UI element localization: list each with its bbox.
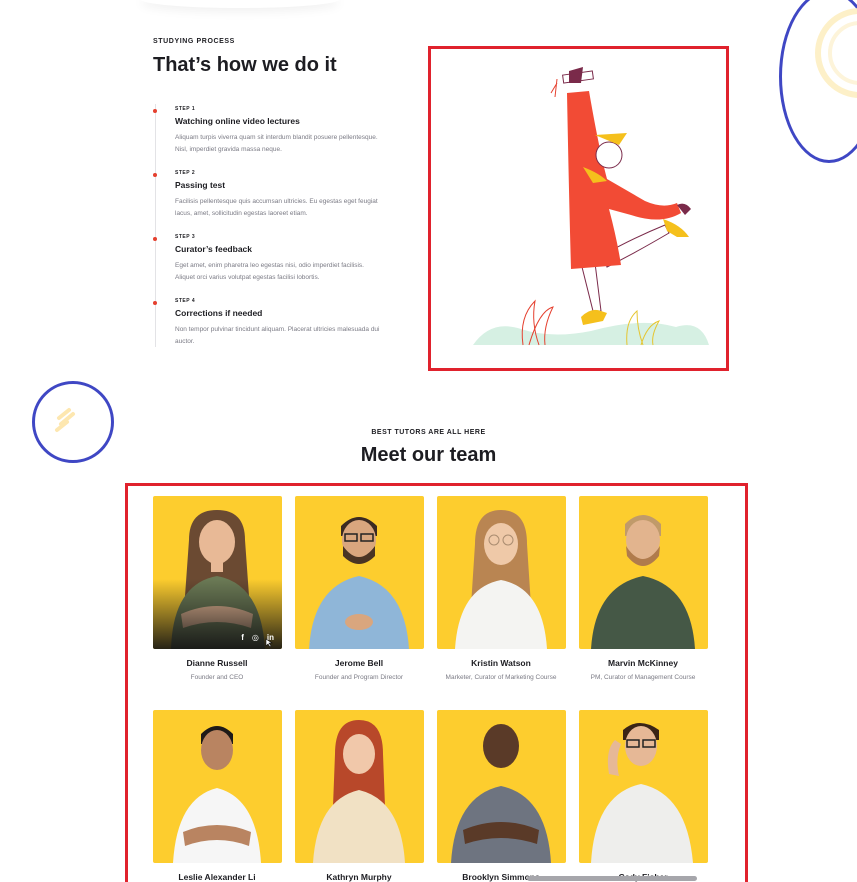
- member-photo[interactable]: [579, 710, 708, 863]
- member-photo[interactable]: [295, 496, 424, 649]
- person-photo-graphic: [313, 720, 405, 863]
- member-role: PM, Curator of Management Course: [590, 674, 696, 681]
- member-photo[interactable]: [295, 710, 424, 863]
- person-photo-graphic: [451, 724, 551, 863]
- step-description: Non tempor pulvinar tincidunt aliquam. P…: [175, 326, 380, 345]
- step-label: STEP 1: [175, 106, 196, 112]
- step-label: STEP 3: [175, 234, 196, 240]
- process-eyebrow: STUDYING PROCESS: [153, 38, 235, 45]
- member-name: Leslie Alexander Li: [178, 872, 256, 882]
- step-title: Corrections if needed: [175, 308, 263, 318]
- step-description: Eget amet, enim pharetra leo egestas nis…: [175, 262, 364, 281]
- step-dot: [153, 173, 157, 177]
- step-label: STEP 4: [175, 298, 196, 304]
- step-dot: [153, 109, 157, 113]
- member-role: Marketer, Curator of Marketing Course: [445, 674, 557, 681]
- member-role: Founder and CEO: [190, 674, 244, 681]
- graduate-illustration-graphic: [473, 67, 709, 346]
- cursor-icon: [265, 638, 273, 648]
- timeline-line: [155, 104, 156, 347]
- annotation-circle-right: [779, 0, 857, 163]
- member-photo[interactable]: [437, 710, 566, 863]
- process-title: That’s how we do it: [153, 54, 337, 76]
- member-photo[interactable]: [579, 496, 708, 649]
- person-photo-graphic: [309, 517, 409, 649]
- step-title: Curator’s feedback: [175, 244, 252, 254]
- step-description: Facilisis pellentesque quis accumsan ult…: [175, 198, 378, 217]
- graduate-illustration: [428, 46, 729, 371]
- member-name: Marvin McKinney: [608, 658, 678, 668]
- member-photo[interactable]: [153, 710, 282, 863]
- person-photo-graphic: [173, 726, 261, 863]
- step-title: Watching online video lectures: [175, 116, 300, 126]
- person-photo-graphic: [591, 723, 693, 863]
- member-name: Kathryn Murphy: [326, 872, 392, 882]
- member-name: Jerome Bell: [334, 658, 384, 668]
- member-photo[interactable]: [437, 496, 566, 649]
- member-role: Founder and Program Director: [314, 674, 404, 681]
- step-dot: [153, 237, 157, 241]
- horizontal-scrollbar[interactable]: [527, 876, 697, 881]
- instagram-icon[interactable]: ◎: [252, 633, 259, 642]
- team-eyebrow: BEST TUTORS ARE ALL HERE: [371, 429, 486, 436]
- person-photo-graphic: [591, 515, 695, 649]
- header-shadow: [140, 0, 340, 8]
- step-description: Aliquam turpis viverra quam sit interdum…: [175, 134, 378, 153]
- team-grid: f ◎ in Dianne Russell Founder and CEO Je…: [125, 483, 748, 882]
- member-name: Kristin Watson: [471, 658, 531, 668]
- step-dot: [153, 301, 157, 305]
- step-title: Passing test: [175, 180, 226, 190]
- person-photo-graphic: [455, 510, 547, 649]
- step-label: STEP 2: [175, 170, 196, 176]
- facebook-icon[interactable]: f: [241, 633, 244, 642]
- member-name: Dianne Russell: [186, 658, 248, 668]
- member-photo[interactable]: f ◎ in: [153, 496, 282, 649]
- circles-decoration-icon: [815, 8, 857, 98]
- team-title: Meet our team: [360, 444, 497, 466]
